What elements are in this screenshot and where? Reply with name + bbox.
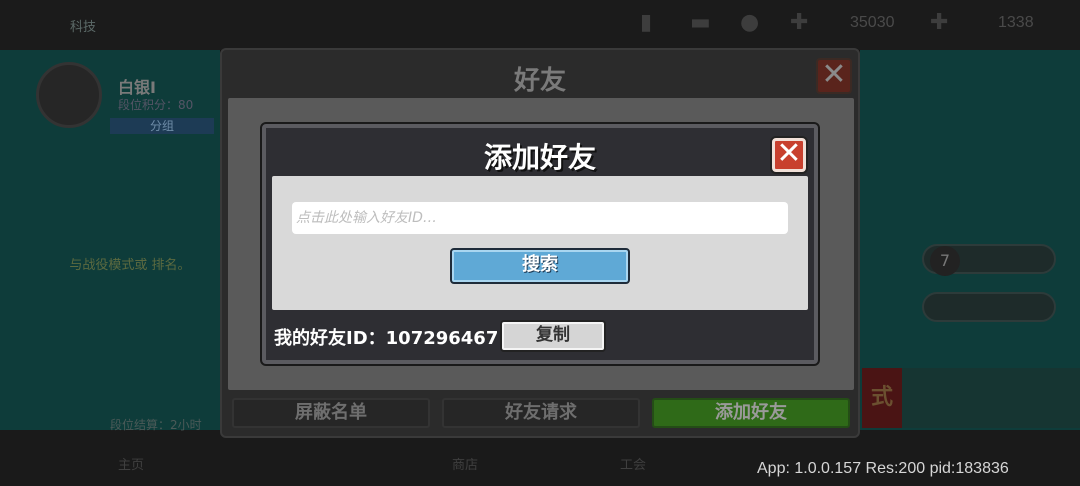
gem-amount: 1338 (998, 14, 1034, 31)
tab-friend-requests[interactable]: 好友请求 (442, 398, 640, 428)
add-friend-title: 添加好友 (483, 141, 596, 174)
avatar (36, 62, 102, 128)
friend-id-input[interactable] (292, 202, 788, 234)
reward-chip (922, 292, 1056, 322)
left-note: 与战役模式或 排名。 (69, 258, 191, 273)
nav-home: 主页 (118, 458, 145, 473)
currency-amount: 35030 (850, 14, 895, 31)
rank-name: 白银I (118, 78, 156, 97)
mode-button: 式 (862, 368, 902, 428)
play-button (902, 368, 1080, 428)
close-icon: ✕ (776, 136, 802, 171)
my-id-label: 我的好友ID： (274, 328, 386, 349)
nav-shop: 商店 (452, 458, 479, 473)
add-friend-close-button[interactable]: ✕ (772, 138, 806, 172)
friends-close-button[interactable]: ✕ (816, 58, 852, 94)
rank-points: 段位积分：80 (118, 98, 194, 112)
plus-icon: ✚ (790, 10, 809, 35)
copy-button[interactable]: 复制 (500, 320, 606, 352)
plus-icon: ✚ (930, 10, 949, 35)
my-id-value: 107296467 (385, 328, 499, 349)
person-icon: ● (740, 10, 760, 35)
top-bar: 科技 ▮ ▬ ● ✚ 35030 ✚ 1338 (0, 0, 1080, 50)
nav-guild: 工会 (620, 458, 647, 473)
add-friend-modal: 添加好友 ✕ 搜索 我的好友ID：107296467 复制 (262, 124, 818, 364)
tab-add-friend[interactable]: 添加好友 (652, 398, 850, 428)
my-friend-id: 我的好友ID：107296467 (274, 324, 498, 350)
header-label: 科技 (70, 20, 97, 35)
friends-title: 好友 (513, 66, 566, 96)
close-icon: ✕ (821, 57, 847, 92)
search-button[interactable]: 搜索 (450, 248, 630, 284)
chat-icon: ▬ (690, 10, 711, 35)
level-badge: 7 (930, 246, 960, 276)
season-timer: 段位结算：2小时 (110, 418, 202, 432)
mail-icon: ▮ (640, 10, 653, 35)
add-friend-form: 搜索 (272, 176, 808, 310)
tab-block-list[interactable]: 屏蔽名单 (232, 398, 430, 428)
group-label: 分组 (110, 118, 214, 134)
app-info: App: 1.0.0.157 Res:200 pid:183836 (757, 460, 1009, 477)
